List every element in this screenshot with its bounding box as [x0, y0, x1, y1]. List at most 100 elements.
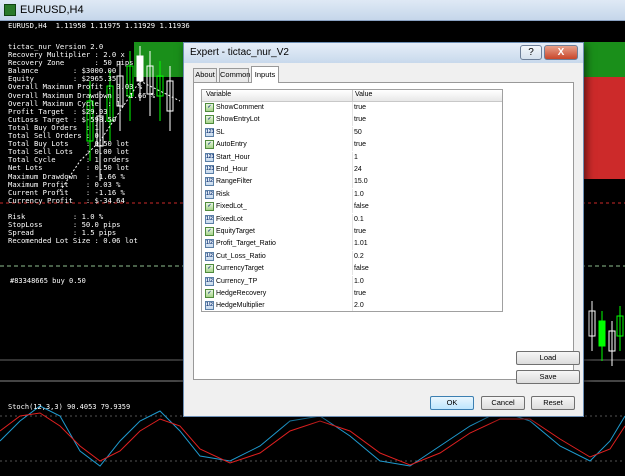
table-row[interactable]: ✓ CurrencyTarget false — [202, 263, 502, 276]
indicator-label: Stoch(12,3,3) 90.4053 79.9359 — [8, 403, 131, 411]
buy-zone-right — [580, 42, 625, 77]
table-row[interactable]: 123 SL 50 — [202, 126, 502, 139]
ea-info-panel: tictac_nur Version 2.0 Recovery Multiplie… — [8, 42, 155, 245]
variable-name: Start_Hour — [216, 153, 250, 161]
variable-value[interactable]: 1.0 — [354, 278, 364, 285]
variable-value[interactable]: 24 — [354, 166, 362, 173]
variable-name: FixedLot_ — [216, 203, 247, 211]
column-header-variable[interactable]: Variable — [206, 91, 231, 98]
ea-info-line: Currency Profit : $-34.64 — [8, 195, 125, 205]
cell-divider — [352, 213, 353, 226]
variable-value[interactable]: 0.1 — [354, 216, 364, 223]
variable-name: RangeFilter — [216, 178, 253, 186]
variable-name: FixedLot — [216, 215, 243, 223]
bool-icon: ✓ — [205, 264, 214, 274]
dialog-titlebar[interactable]: Expert - tictac_nur_V2 ? X — [184, 43, 583, 63]
table-row[interactable]: 1/2 FixedLot 0.1 — [202, 213, 502, 226]
expert-properties-dialog: Expert - tictac_nur_V2 ? X About Common … — [183, 42, 584, 417]
variable-name: EquityTarget — [216, 228, 255, 235]
variable-value[interactable]: true — [354, 141, 366, 148]
order-label: #83348665 buy 0.50 — [10, 277, 86, 285]
tab-common[interactable]: Common — [219, 68, 250, 82]
variable-value[interactable]: 1 — [354, 154, 358, 161]
bool-icon: ✓ — [205, 202, 214, 212]
variable-value[interactable]: 2.0 — [354, 302, 364, 309]
save-button[interactable]: Save — [516, 370, 580, 384]
variable-value[interactable]: true — [354, 228, 366, 235]
table-row[interactable]: 1/2 Risk 1.0 — [202, 188, 502, 201]
cell-divider — [352, 188, 353, 201]
variable-value[interactable]: 1.01 — [354, 240, 368, 247]
table-row[interactable]: 1/2 HedgeMultiplier 2.0 — [202, 300, 502, 311]
variable-value[interactable]: 50 — [354, 129, 362, 136]
double-icon: 1/2 — [205, 251, 214, 261]
variable-name: CurrencyTarget — [216, 265, 264, 273]
header-divider — [352, 90, 353, 101]
chart-titlebar[interactable]: EURUSD,H4 — [0, 0, 625, 21]
cell-divider — [352, 151, 353, 164]
cell-divider — [352, 275, 353, 288]
double-icon: 1/2 — [205, 276, 214, 286]
variable-value[interactable]: false — [354, 203, 369, 210]
variable-name: ShowComment — [216, 104, 264, 111]
variable-value[interactable]: 1.0 — [354, 191, 364, 198]
cell-divider — [352, 201, 353, 214]
cell-divider — [352, 300, 353, 311]
variable-name: HedgeMultiplier — [216, 302, 265, 310]
table-row[interactable]: 1/2 Profit_Target_Ratio 1.01 — [202, 238, 502, 251]
column-header-value[interactable]: Value — [355, 91, 372, 98]
variable-value[interactable]: true — [354, 104, 366, 111]
tab-about[interactable]: About — [193, 68, 217, 82]
double-icon: 1/2 — [205, 239, 214, 249]
tab-inputs[interactable]: Inputs — [251, 66, 279, 83]
table-row[interactable]: ✓ AutoEntry true — [202, 139, 502, 152]
help-button[interactable]: ? — [520, 45, 542, 60]
table-row[interactable]: ✓ ShowEntryLot true — [202, 114, 502, 127]
variable-name: End_Hour — [216, 166, 248, 173]
int-icon: 123 — [205, 165, 215, 174]
variable-name: Profit_Target_Ratio — [216, 240, 276, 248]
variable-name: ShowEntryLot — [216, 116, 260, 124]
variable-name: Cut_Loss_Ratio — [216, 252, 266, 260]
variable-value[interactable]: 0.2 — [354, 253, 364, 260]
bool-icon: ✓ — [205, 289, 214, 298]
table-row[interactable]: 123 Start_Hour 1 — [202, 151, 502, 164]
table-row[interactable]: 1/2 Currency_TP 1.0 — [202, 275, 502, 288]
inputs-panel: Variable Value ✓ ShowComment true ✓ ShowEntr… — [193, 82, 580, 384]
double-icon: 1/2 — [205, 214, 214, 224]
table-row[interactable]: ✓ HedgeRecovery true — [202, 288, 502, 300]
cell-divider — [352, 164, 353, 176]
variable-name: HedgeRecovery — [216, 290, 267, 297]
variable-name: Currency_TP — [216, 277, 258, 285]
table-row[interactable]: ✓ FixedLot_ false — [202, 201, 502, 214]
variable-value[interactable]: true — [354, 116, 366, 123]
close-button[interactable]: X — [544, 45, 578, 60]
table-row[interactable]: 1/2 Cut_Loss_Ratio 0.2 — [202, 250, 502, 263]
table-row[interactable]: ✓ EquityTarget true — [202, 226, 502, 238]
inputs-table: Variable Value ✓ ShowComment true ✓ ShowEntr… — [201, 89, 503, 312]
chart-quote: EURUSD,H4 1.11958 1.11975 1.11929 1.1193… — [8, 21, 190, 30]
cell-divider — [352, 102, 353, 114]
bool-icon: ✓ — [205, 115, 214, 125]
variable-value[interactable]: false — [354, 265, 369, 272]
reset-button[interactable]: Reset — [531, 396, 575, 410]
double-icon: 1/2 — [205, 301, 214, 311]
cell-divider — [352, 250, 353, 263]
candlestick-series-right — [588, 301, 624, 366]
variable-value[interactable]: true — [354, 290, 366, 297]
bool-icon: ✓ — [205, 140, 214, 150]
int-icon: 123 — [205, 127, 215, 137]
cancel-button[interactable]: Cancel — [481, 396, 525, 410]
variable-name: Risk — [216, 190, 230, 198]
table-row[interactable]: 123 End_Hour 24 — [202, 164, 502, 176]
cell-divider — [352, 176, 353, 189]
load-button[interactable]: Load — [516, 351, 580, 365]
table-row[interactable]: 1/2 RangeFilter 15.0 — [202, 176, 502, 189]
cell-divider — [352, 114, 353, 127]
table-row[interactable]: ✓ ShowComment true — [202, 102, 502, 114]
cell-divider — [352, 226, 353, 238]
variable-value[interactable]: 15.0 — [354, 178, 368, 185]
dialog-title: Expert - tictac_nur_V2 — [190, 47, 289, 58]
ok-button[interactable]: OK — [430, 396, 474, 410]
bool-icon: ✓ — [205, 227, 214, 236]
